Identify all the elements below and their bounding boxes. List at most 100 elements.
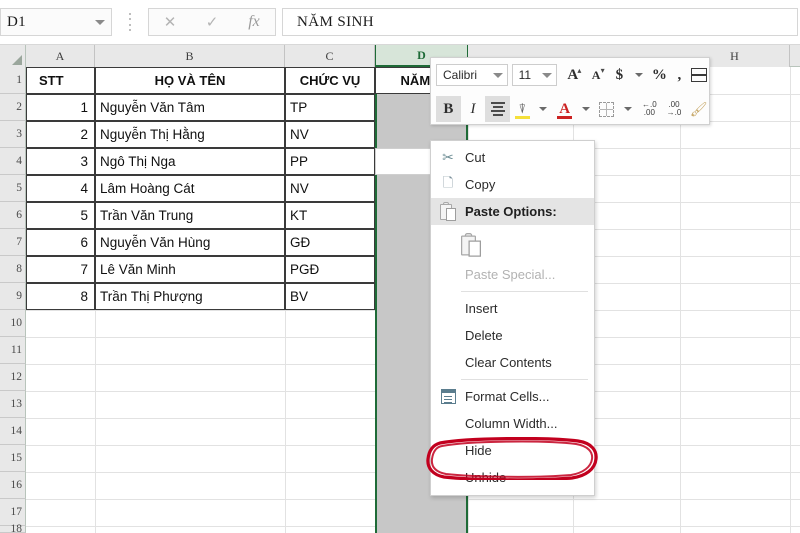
borders-dropdown[interactable] xyxy=(619,96,637,122)
blank-icon xyxy=(435,265,461,285)
row-header-9[interactable]: 9 xyxy=(0,283,26,310)
cell-A7[interactable]: 6 xyxy=(26,229,95,256)
cell-C6[interactable]: KT xyxy=(285,202,375,229)
fill-color-dropdown[interactable] xyxy=(535,96,553,122)
cell-B2[interactable]: Nguyễn Văn Tâm xyxy=(95,94,285,121)
cell-A9[interactable]: 8 xyxy=(26,283,95,310)
cell-C8[interactable]: PGĐ xyxy=(285,256,375,283)
row-header-16[interactable]: 16 xyxy=(0,472,26,499)
row-header-18[interactable]: 18 xyxy=(0,523,26,533)
row-header-2[interactable]: 2 xyxy=(0,94,26,121)
cell-B8[interactable]: Lê Văn Minh xyxy=(95,256,285,283)
cell-C3[interactable]: NV xyxy=(285,121,375,148)
row-header-7[interactable]: 7 xyxy=(0,229,26,256)
cell-B6[interactable]: Trần Văn Trung xyxy=(95,202,285,229)
merge-cells-icon[interactable] xyxy=(688,62,711,88)
fx-icon[interactable]: fx xyxy=(233,9,275,35)
cell-C2[interactable]: TP xyxy=(285,94,375,121)
row-header-6[interactable]: 6 xyxy=(0,202,26,229)
column-header-b[interactable]: B xyxy=(95,45,285,67)
cell-B4[interactable]: Ngô Thị Nga xyxy=(95,148,285,175)
row-header-4[interactable]: 4 xyxy=(0,148,26,175)
font-color-icon[interactable]: A xyxy=(552,96,577,122)
row-header-13[interactable]: 13 xyxy=(0,391,26,418)
paste-button-row[interactable] xyxy=(431,225,594,261)
cell-A1[interactable]: STT xyxy=(26,67,95,94)
context-menu-item-hide[interactable]: Hide xyxy=(431,437,594,464)
increase-decimal-button[interactable]: .00 →.0 xyxy=(662,96,687,122)
bold-button[interactable]: B xyxy=(436,96,461,122)
grow-font-button[interactable]: A ▴ xyxy=(561,62,584,88)
cell-C5[interactable]: NV xyxy=(285,175,375,202)
row-header-17[interactable]: 17 xyxy=(0,499,26,526)
row-header-14[interactable]: 14 xyxy=(0,418,26,445)
context-menu-item-copy[interactable]: 🗋 Copy xyxy=(431,171,594,198)
italic-button[interactable]: I xyxy=(461,96,486,122)
cell-C9[interactable]: BV xyxy=(285,283,375,310)
cell-B1[interactable]: HỌ VÀ TÊN xyxy=(95,67,285,94)
font-color-glyph: A xyxy=(559,100,571,117)
cell-A5[interactable]: 4 xyxy=(26,175,95,202)
cell-A2[interactable]: 1 xyxy=(26,94,95,121)
chevron-down-icon[interactable] xyxy=(492,72,503,78)
percent-format-button[interactable]: % xyxy=(648,62,671,88)
row-header-1[interactable]: 1 xyxy=(0,67,26,94)
shrink-font-button[interactable]: A ▾ xyxy=(584,62,607,88)
row-header-15[interactable]: 15 xyxy=(0,445,26,472)
cell-A8[interactable]: 7 xyxy=(26,256,95,283)
row-header-10[interactable]: 10 xyxy=(0,310,26,337)
name-box[interactable]: D1 xyxy=(0,8,112,36)
decrease-decimal-button[interactable]: ←.0 .00 xyxy=(637,96,662,122)
context-menu-item-delete[interactable]: Delete xyxy=(431,322,594,349)
align-center-icon[interactable] xyxy=(485,96,510,122)
cell-C1[interactable]: CHỨC VỤ xyxy=(285,67,375,94)
close-icon[interactable]: ✕ xyxy=(149,9,191,35)
context-menu-item-paste-special[interactable]: Paste Special... xyxy=(431,261,594,288)
comma-format-button[interactable]: , xyxy=(671,62,688,88)
cell-B5[interactable]: Lâm Hoàng Cát xyxy=(95,175,285,202)
cell-B9[interactable]: Trần Thị Phượng xyxy=(95,283,285,310)
currency-dropdown[interactable] xyxy=(631,62,648,88)
row-header-3[interactable]: 3 xyxy=(0,121,26,148)
cell-A4[interactable]: 3 xyxy=(26,148,95,175)
cell-A3[interactable]: 2 xyxy=(26,121,95,148)
increase-decimal-bottom: →.0 xyxy=(666,108,682,117)
row-header-11[interactable]: 11 xyxy=(0,337,26,364)
cell-A6[interactable]: 5 xyxy=(26,202,95,229)
context-menu-separator xyxy=(461,379,588,380)
context-menu-item-insert[interactable]: Insert xyxy=(431,295,594,322)
mini-toolbar[interactable]: Calibri 11 A ▴ A ▾ $ % , B I ⍒ A ←.0 .00… xyxy=(430,57,710,125)
context-menu-item-format-cells[interactable]: Format Cells... xyxy=(431,383,594,410)
row-header-8[interactable]: 8 xyxy=(0,256,26,283)
format-cells-icon xyxy=(435,387,461,407)
format-painter-icon[interactable]: 🖌 xyxy=(686,96,711,122)
currency-format-button[interactable]: $ xyxy=(608,62,631,88)
font-size-dropdown[interactable]: 11 xyxy=(511,64,558,86)
borders-icon[interactable] xyxy=(595,96,620,122)
cell-C4[interactable]: PP xyxy=(285,148,375,175)
chevron-down-icon[interactable] xyxy=(542,72,553,78)
formula-input[interactable]: NĂM SINH xyxy=(282,8,798,36)
column-header-c[interactable]: C xyxy=(285,45,375,67)
row-header-12[interactable]: 12 xyxy=(0,364,26,391)
row-header-5[interactable]: 5 xyxy=(0,175,26,202)
context-menu-item-clear-contents[interactable]: Clear Contents xyxy=(431,349,594,376)
context-menu-item-cut[interactable]: ✂ Cut xyxy=(431,144,594,171)
context-menu[interactable]: ✂ Cut 🗋 Copy Paste Options: Paste Specia… xyxy=(430,140,595,496)
formula-bar-handle[interactable] xyxy=(128,13,132,31)
column-header-a[interactable]: A xyxy=(26,45,95,67)
cell-B7[interactable]: Nguyễn Văn Hùng xyxy=(95,229,285,256)
chevron-down-icon[interactable] xyxy=(95,19,105,25)
check-icon[interactable]: ✓ xyxy=(191,9,233,35)
context-menu-item-paste-options[interactable]: Paste Options: xyxy=(431,198,594,225)
blank-icon xyxy=(435,299,461,319)
select-all-triangle-icon[interactable] xyxy=(0,45,26,67)
fill-color-icon[interactable]: ⍒ xyxy=(510,96,535,122)
paste-clipboard-icon[interactable] xyxy=(461,233,482,258)
context-menu-item-column-width[interactable]: Column Width... xyxy=(431,410,594,437)
cell-B3[interactable]: Nguyễn Thị Hằng xyxy=(95,121,285,148)
font-color-dropdown[interactable] xyxy=(577,96,595,122)
cell-C7[interactable]: GĐ xyxy=(285,229,375,256)
context-menu-item-unhide[interactable]: Unhide xyxy=(431,464,594,491)
font-name-dropdown[interactable]: Calibri xyxy=(436,64,508,86)
